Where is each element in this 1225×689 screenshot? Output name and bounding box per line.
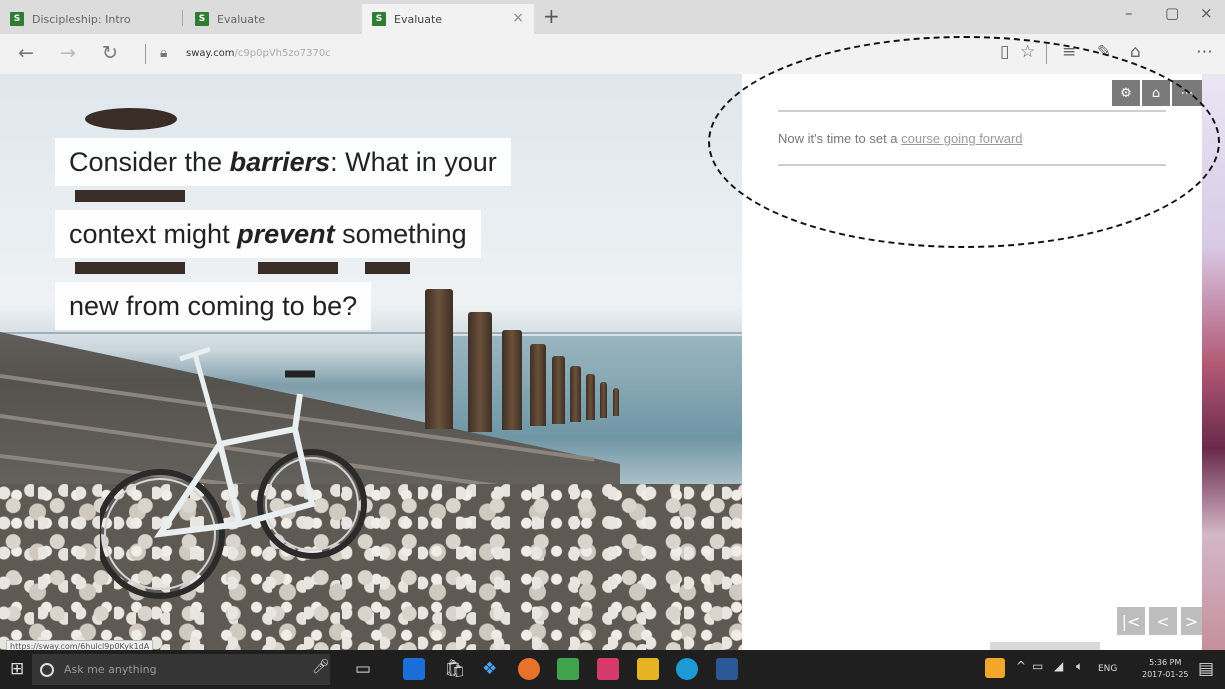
dropbox-icon[interactable]: ❖ [482, 659, 497, 679]
windows-taskbar: ⊞ Ask me anything 🎤︎ ▭ 🛍︎ ❖ ^ ▭ ◢ 🔈︎ ENG… [0, 650, 1225, 689]
slide-heading-line-3: new from coming to be? [55, 282, 372, 330]
beach-bicycle-photo: Consider the barriers: What in your cont… [0, 74, 742, 650]
share-icon[interactable]: ⌂ [1130, 42, 1141, 62]
windows-start-icon[interactable]: ⊞ [10, 659, 24, 679]
task-view-icon[interactable]: ▭ [355, 659, 371, 679]
wooden-post [530, 344, 546, 426]
tab-evaluate-active[interactable]: S Evaluate × [362, 4, 534, 34]
post-fragment [75, 262, 185, 274]
url-path: /c9p0pVh5zo7370c [234, 48, 331, 59]
forward-arrow-icon[interactable]: → [60, 42, 76, 64]
show-hidden-icons-chevron-icon[interactable]: ^ [1016, 659, 1026, 673]
url-field[interactable]: sway.com/c9p0pVh5zo7370c [186, 48, 331, 59]
clock[interactable]: 5:36 PM 2017-01-25 [1142, 657, 1189, 681]
url-domain: sway.com [186, 48, 235, 59]
microphone-icon[interactable]: 🎤︎ [312, 659, 330, 675]
tab-close-icon[interactable]: × [512, 10, 524, 26]
wifi-icon[interactable]: ◢ [1054, 659, 1063, 673]
refresh-icon[interactable]: ↻ [102, 42, 118, 64]
wooden-post [502, 330, 522, 430]
new-tab-button[interactable]: + [543, 4, 560, 28]
lock-icon: 🔒︎ [160, 45, 168, 61]
volume-icon[interactable]: 🔈︎ [1076, 659, 1083, 674]
tab-separator [182, 10, 183, 26]
sway-favicon-icon: S [10, 12, 24, 26]
wooden-post [468, 312, 492, 432]
text: context might [69, 219, 238, 249]
next-slide-button[interactable]: > [1181, 607, 1202, 635]
text: : What in your [330, 147, 497, 177]
language-indicator[interactable]: ENG [1098, 664, 1117, 674]
text: new from coming to be? [69, 291, 358, 321]
post-fragment [365, 262, 410, 274]
app-icon[interactable] [557, 658, 579, 680]
tab-title: Evaluate [394, 12, 443, 26]
skype-icon[interactable] [676, 658, 698, 680]
word-icon[interactable] [716, 658, 738, 680]
post-fragment [258, 262, 338, 274]
cortana-search-input[interactable]: Ask me anything [32, 654, 330, 685]
minimize-button[interactable]: – [1125, 4, 1133, 22]
search-placeholder: Ask me anything [64, 663, 157, 676]
edge-app-icon[interactable] [403, 658, 425, 680]
wooden-post [425, 289, 453, 429]
tab-bar: S Discipleship: Intro S Evaluate S Evalu… [0, 0, 1225, 34]
horizontal-scrollbar[interactable] [990, 642, 1100, 650]
wooden-post [552, 356, 565, 424]
more-options-icon[interactable]: ⋯ [1196, 42, 1213, 62]
file-explorer-icon[interactable] [637, 658, 659, 680]
dashed-annotation-circle [708, 36, 1220, 248]
emphasis-barriers: barriers [229, 147, 331, 177]
text: Consider the [69, 147, 230, 177]
sway-favicon-icon: S [372, 12, 386, 26]
post-fragment [75, 190, 185, 202]
tab-title: Discipleship: Intro [32, 12, 131, 26]
maximize-button[interactable]: ▢ [1165, 4, 1179, 22]
action-center-icon[interactable]: ▤ [1198, 659, 1214, 679]
wooden-post [570, 366, 581, 422]
wooden-post [586, 374, 595, 420]
battery-icon[interactable]: ▭ [1032, 659, 1043, 673]
slide-heading-line-1: Consider the barriers: What in your [55, 138, 511, 186]
clock-date: 2017-01-25 [1142, 670, 1189, 679]
notification-app-icon[interactable] [985, 658, 1005, 678]
wooden-post [613, 388, 619, 416]
back-arrow-icon[interactable]: ← [18, 42, 34, 64]
first-slide-button[interactable]: |< [1117, 607, 1145, 635]
close-window-button[interactable]: × [1200, 4, 1213, 22]
cortana-icon [40, 662, 54, 677]
status-url: https://sway.com/6hulcl9p0Kyk1dA [6, 640, 154, 650]
divider [145, 44, 146, 64]
emphasis-prevent: prevent [237, 219, 335, 249]
app-icon[interactable] [597, 658, 619, 680]
firefox-icon[interactable] [518, 658, 540, 680]
tab-discipleship-intro[interactable]: S Discipleship: Intro [0, 4, 170, 34]
tab-evaluate[interactable]: S Evaluate [185, 4, 360, 34]
slide-heading-line-2: context might prevent something [55, 210, 481, 258]
store-icon[interactable]: 🛍︎ [444, 659, 466, 679]
bicycle-image [100, 346, 367, 599]
previous-slide-button[interactable]: < [1149, 607, 1177, 635]
sway-favicon-icon: S [195, 12, 209, 26]
wooden-post [600, 382, 607, 418]
tab-title: Evaluate [217, 12, 266, 26]
clock-time: 5:36 PM [1149, 658, 1182, 667]
post-top [85, 108, 177, 130]
text: something [334, 219, 467, 249]
